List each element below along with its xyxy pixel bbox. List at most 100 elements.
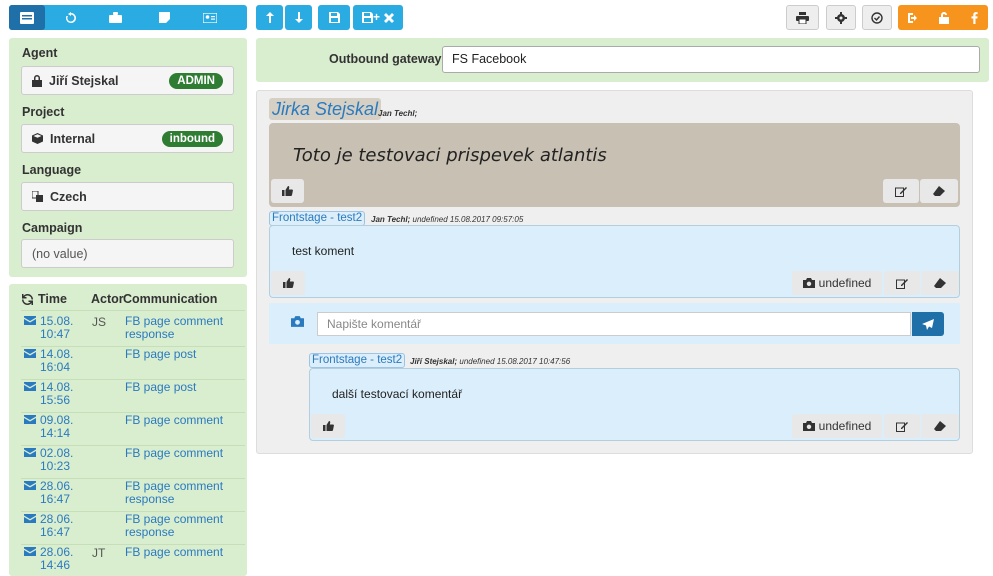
logout-button[interactable] <box>898 5 928 30</box>
edit-button[interactable] <box>883 179 919 203</box>
agent-role-badge: ADMIN <box>169 73 223 89</box>
save-close-plus: + <box>373 10 381 24</box>
move-down-icon <box>294 12 303 23</box>
send-icon <box>922 318 934 330</box>
col-time-header[interactable]: Time <box>38 292 67 306</box>
campaign-value: (no value) <box>32 246 88 261</box>
note-icon <box>158 12 170 23</box>
history-row[interactable]: 28.06. 16:47 FB page comment response <box>9 512 247 545</box>
history-row[interactable]: 09.08. 14:14 FB page comment <box>9 413 247 446</box>
post-meta: Jan Techl; <box>378 109 418 118</box>
delete-button[interactable] <box>921 271 959 295</box>
tab-briefcase[interactable] <box>97 5 133 30</box>
col-actor-header[interactable]: Actor <box>91 292 124 306</box>
contact-card-icon <box>203 12 217 23</box>
thumbs-up-icon <box>282 278 294 288</box>
eraser-icon <box>934 278 946 288</box>
comment-source-tag[interactable]: Frontstage - test2 <box>309 353 406 368</box>
thumbs-up-icon <box>322 421 334 431</box>
send-button[interactable] <box>912 312 944 336</box>
facebook-icon <box>971 11 978 24</box>
move-up-button[interactable] <box>256 5 283 30</box>
attachment-button[interactable]: undefined <box>792 414 882 438</box>
history-row[interactable]: 14.08. 15:56 FB page post <box>9 380 247 413</box>
envelope-icon <box>24 349 36 358</box>
tab-history[interactable] <box>53 5 89 30</box>
comment-meta: Jiří Stejskal; undefined 15.08.2017 10:4… <box>410 357 570 366</box>
attachment-label: undefined <box>818 276 872 290</box>
print-button[interactable] <box>786 5 819 30</box>
history-time: 28.06. 16:47 <box>40 512 74 539</box>
envelope-icon <box>24 415 36 424</box>
post-card: Toto je testovaci prispevek atlantis <box>269 123 960 207</box>
edit-button[interactable] <box>884 271 920 295</box>
envelope-icon <box>24 448 36 457</box>
edit-button[interactable] <box>884 414 920 438</box>
comment-date: undefined 15.08.2017 10:47:56 <box>459 357 571 366</box>
col-communication-header[interactable]: Communication <box>123 292 217 306</box>
print-icon <box>796 11 809 24</box>
history-row[interactable]: 15.08. 10:47 JS FB page comment response <box>9 314 247 347</box>
project-field[interactable]: Internal inbound <box>21 124 234 153</box>
gateway-input[interactable]: FS Facebook <box>442 46 980 73</box>
check-button[interactable] <box>862 5 892 30</box>
project-name: Internal <box>50 131 96 146</box>
refresh-icon[interactable] <box>22 294 33 305</box>
tab-contact[interactable] <box>192 5 228 30</box>
attachment-label: undefined <box>818 419 872 433</box>
eraser-icon <box>933 186 945 196</box>
delete-button[interactable] <box>921 414 959 438</box>
thumbs-up-icon <box>282 186 293 196</box>
tab-list[interactable] <box>9 5 45 30</box>
unlock-button[interactable] <box>929 5 959 30</box>
comment-text: další testovací komentář <box>332 387 463 401</box>
comment-source-tag[interactable]: Frontstage - test2 <box>269 211 366 226</box>
settings-button[interactable] <box>826 5 856 30</box>
campaign-label: Campaign <box>22 221 83 235</box>
like-button[interactable] <box>271 179 304 203</box>
view-tabs <box>9 5 247 30</box>
gateway-bar: Outbound gateway FS Facebook <box>256 38 989 82</box>
agent-field[interactable]: Jiří Stejskal ADMIN <box>21 66 234 95</box>
check-circle-icon <box>871 11 883 24</box>
history-row[interactable]: 28.06. 16:47 FB page comment response <box>9 479 247 512</box>
save-close-button[interactable]: + <box>353 5 403 30</box>
history-communication: FB page comment response <box>125 314 224 341</box>
history-row[interactable]: 14.08. 16:04 FB page post <box>9 347 247 380</box>
history-communication: FB page comment <box>125 545 224 559</box>
language-field[interactable]: Czech <box>21 182 234 211</box>
like-button[interactable] <box>271 271 305 295</box>
project-label: Project <box>22 105 65 119</box>
comment-meta: Jan Techl; undefined 15.08.2017 09:57:05 <box>371 215 523 224</box>
delete-button[interactable] <box>920 179 958 203</box>
cube-icon <box>32 133 43 144</box>
envelope-icon <box>24 481 36 490</box>
attachment-button[interactable]: undefined <box>792 271 882 295</box>
post-author[interactable]: Jirka Stejskal <box>269 98 382 120</box>
move-down-button[interactable] <box>285 5 312 30</box>
project-direction-badge: inbound <box>161 131 223 147</box>
history-time: 28.06. 14:46 <box>40 545 74 572</box>
history-row[interactable]: 02.08. 10:23 FB page comment <box>9 446 247 479</box>
attach-photo-button[interactable] <box>291 316 304 327</box>
divider <box>21 310 245 311</box>
history-communication: FB page post <box>125 347 197 361</box>
save-icon <box>328 12 340 23</box>
comment-card: test koment undefined <box>269 225 960 298</box>
history-row[interactable]: 28.06. 14:46 JT FB page comment <box>9 545 247 576</box>
comment-date: undefined 15.08.2017 09:57:05 <box>412 215 524 224</box>
history-communication: FB page comment response <box>125 512 224 539</box>
tab-note[interactable] <box>146 5 182 30</box>
envelope-icon <box>24 547 36 556</box>
history-time: 28.06. 16:47 <box>40 479 74 506</box>
facebook-button[interactable] <box>960 5 988 30</box>
history-actor: JT <box>92 546 106 560</box>
campaign-field[interactable]: (no value) <box>21 239 234 268</box>
language-name: Czech <box>50 189 87 204</box>
save-button[interactable] <box>318 5 350 30</box>
like-button[interactable] <box>311 414 345 438</box>
user-lock-icon <box>32 74 42 87</box>
eraser-icon <box>934 421 946 431</box>
reply-input[interactable]: Napište komentář <box>317 312 911 336</box>
post-text: Toto je testovaci prispevek atlantis <box>293 145 607 166</box>
